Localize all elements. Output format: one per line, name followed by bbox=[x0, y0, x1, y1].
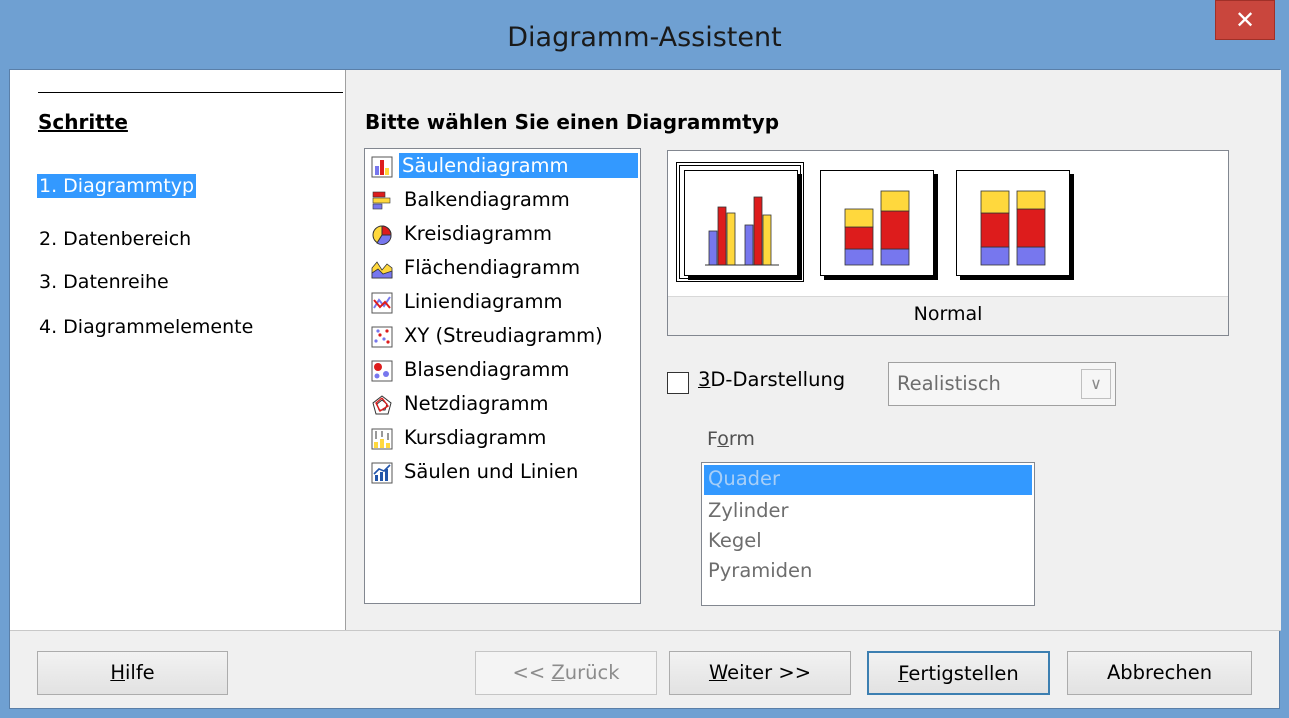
chart-type-item-liniendiagramm[interactable]: Liniendiagramm bbox=[367, 287, 638, 321]
three-d-label-rest: D-Darstellung bbox=[710, 368, 846, 391]
chart-type-item-xy-streudiagramm[interactable]: XY (Streudiagramm) bbox=[367, 321, 638, 355]
help-label-rest: ilfe bbox=[124, 661, 155, 684]
chart-type-label: Kursdiagramm bbox=[404, 426, 547, 449]
back-button[interactable]: << Zurück bbox=[475, 651, 657, 695]
chart-type-item-balkendiagramm[interactable]: Balkendiagramm bbox=[367, 185, 638, 219]
help-button[interactable]: Hilfe bbox=[37, 651, 228, 695]
form-option-pyramiden[interactable]: Pyramiden bbox=[704, 557, 1032, 587]
variant-percent-stacked[interactable] bbox=[956, 170, 1074, 280]
variant-name-label: Normal bbox=[913, 303, 983, 325]
stock-chart-icon bbox=[371, 428, 393, 450]
steps-pane: Schritte 1. Diagrammtyp 2. Datenbereich … bbox=[10, 70, 346, 630]
stacked-column-icon bbox=[844, 190, 910, 266]
form-option-zylinder[interactable]: Zylinder bbox=[704, 497, 1032, 527]
pie-chart-icon bbox=[372, 225, 392, 246]
column-chart-icon bbox=[371, 156, 393, 178]
normal-column-icon bbox=[705, 196, 779, 266]
chart-type-item-netzdiagramm[interactable]: Netzdiagramm bbox=[367, 389, 638, 423]
variant-normal[interactable] bbox=[676, 162, 804, 282]
percent-stacked-column-icon bbox=[980, 190, 1046, 266]
dialog-client-area: Schritte 1. Diagrammtyp 2. Datenbereich … bbox=[9, 69, 1281, 709]
steps-heading: Schritte bbox=[38, 110, 128, 134]
variant-frame bbox=[820, 170, 934, 276]
finish-label-rest: ertigstellen bbox=[908, 662, 1019, 685]
chart-type-heading: Bitte wählen Sie einen Diagrammtyp bbox=[365, 110, 780, 134]
form-label: Form bbox=[707, 428, 755, 450]
button-bar-separator bbox=[10, 630, 1281, 631]
variant-stacked[interactable] bbox=[820, 170, 938, 280]
chart-type-item-blasendiagramm[interactable]: Blasendiagramm bbox=[367, 355, 638, 389]
form-shape-list[interactable]: Quader Zylinder Kegel Pyramiden bbox=[701, 462, 1035, 606]
chart-type-label: Kreisdiagramm bbox=[404, 222, 553, 245]
next-button[interactable]: Weiter >> bbox=[669, 651, 851, 695]
chart-type-item-flaechendiagramm[interactable]: Flächendiagramm bbox=[367, 253, 638, 287]
chart-type-page: Bitte wählen Sie einen Diagrammtyp Säule… bbox=[346, 70, 1281, 630]
chart-type-label: Säulen und Linien bbox=[404, 460, 579, 483]
chart-type-item-saeulendiagramm[interactable]: Säulendiagramm bbox=[367, 151, 638, 185]
variant-frame bbox=[956, 170, 1070, 276]
chevron-down-icon[interactable]: ∨ bbox=[1081, 369, 1111, 399]
chart-type-label: Liniendiagramm bbox=[404, 290, 563, 313]
next-label-rest: eiter >> bbox=[727, 661, 812, 684]
dialog-window: Diagramm-Assistent ✕ Schritte 1. Diagram… bbox=[0, 0, 1289, 718]
column-line-chart-icon bbox=[371, 462, 393, 484]
chart-type-item-kursdiagramm[interactable]: Kursdiagramm bbox=[367, 423, 638, 457]
area-chart-icon bbox=[371, 261, 393, 279]
chart-type-item-saeulen-und-linien[interactable]: Säulen und Linien bbox=[367, 457, 638, 491]
cancel-button[interactable]: Abbrechen bbox=[1067, 651, 1252, 695]
title-bar[interactable]: Diagramm-Assistent ✕ bbox=[0, 0, 1289, 80]
form-label-prefix: F bbox=[707, 428, 718, 450]
dropdown-value: Realistisch bbox=[897, 372, 1001, 395]
net-chart-icon bbox=[372, 395, 392, 415]
step-diagrammtyp[interactable]: 1. Diagrammtyp bbox=[37, 174, 197, 198]
chart-type-label: Flächendiagramm bbox=[404, 256, 581, 279]
variant-frame bbox=[684, 170, 798, 276]
chart-type-label: Säulendiagramm bbox=[399, 153, 638, 178]
three-d-label: 3D-Darstellung bbox=[698, 368, 845, 391]
chart-type-label: Balkendiagramm bbox=[404, 188, 570, 211]
three-d-style-dropdown[interactable]: Realistisch ∨ bbox=[888, 362, 1116, 406]
close-button[interactable]: ✕ bbox=[1215, 0, 1275, 40]
finish-button[interactable]: Fertigstellen bbox=[867, 651, 1050, 695]
step-datenreihe[interactable]: 3. Datenreihe bbox=[37, 270, 171, 294]
back-label-rest: urück bbox=[564, 661, 620, 684]
form-option-quader[interactable]: Quader bbox=[704, 465, 1032, 495]
scatter-chart-icon bbox=[371, 326, 393, 348]
help-mnemonic: H bbox=[110, 661, 125, 684]
three-d-mnemonic: 3 bbox=[698, 368, 711, 391]
step-datenbereich[interactable]: 2. Datenbereich bbox=[37, 227, 193, 251]
back-mnemonic: Z bbox=[551, 661, 565, 684]
finish-mnemonic: F bbox=[898, 662, 909, 685]
chart-type-item-kreisdiagramm[interactable]: Kreisdiagramm bbox=[367, 219, 638, 253]
chart-type-label: XY (Streudiagramm) bbox=[404, 324, 603, 347]
chart-variant-preview: Normal bbox=[667, 150, 1229, 336]
form-label-mnemonic: o bbox=[717, 428, 729, 450]
bar-chart-icon bbox=[372, 191, 391, 210]
chart-type-label: Blasendiagramm bbox=[404, 358, 570, 381]
close-icon: ✕ bbox=[1234, 6, 1256, 34]
window-title: Diagramm-Assistent bbox=[507, 22, 782, 53]
preview-footer: Normal bbox=[668, 296, 1228, 335]
chart-type-list[interactable]: Säulendiagramm Balkendiagramm Kreisdiagr… bbox=[364, 148, 641, 604]
steps-separator bbox=[38, 92, 343, 93]
form-option-kegel[interactable]: Kegel bbox=[704, 527, 1032, 557]
step-diagrammelemente[interactable]: 4. Diagrammelemente bbox=[37, 315, 255, 339]
next-mnemonic: W bbox=[708, 661, 728, 684]
form-label-rest: rm bbox=[728, 428, 755, 450]
three-d-checkbox[interactable] bbox=[667, 372, 689, 394]
chart-type-label: Netzdiagramm bbox=[404, 392, 549, 415]
back-prefix: << bbox=[512, 661, 552, 684]
line-chart-icon bbox=[371, 292, 393, 314]
bubble-chart-icon bbox=[371, 360, 393, 382]
